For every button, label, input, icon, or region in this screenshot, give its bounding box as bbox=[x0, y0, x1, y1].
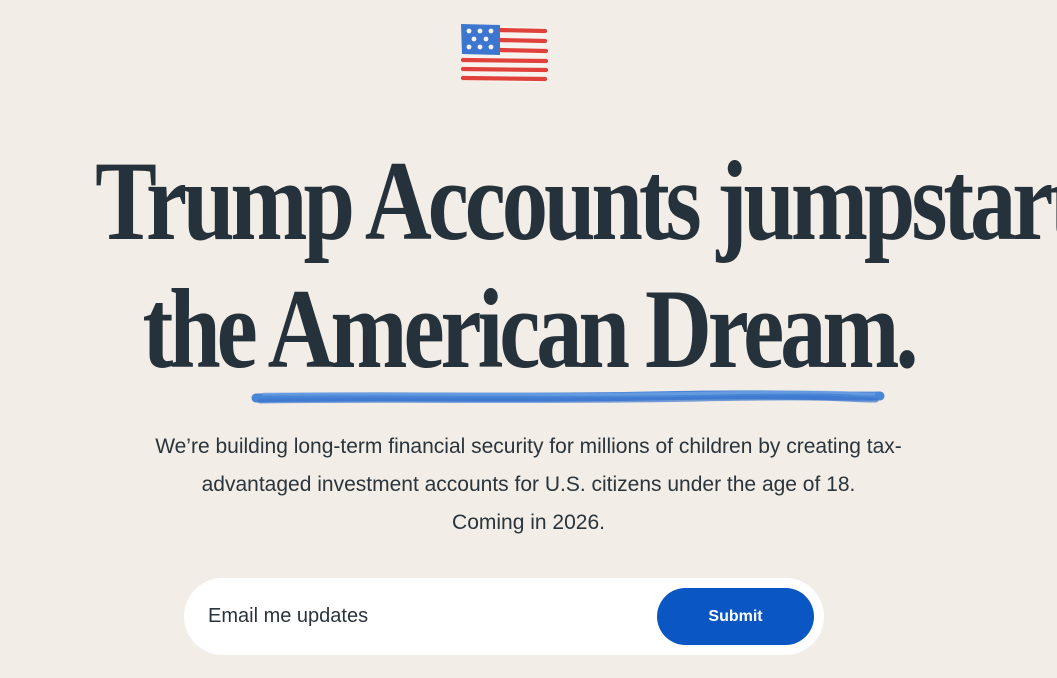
headline-line-1: Trump Accounts jumpstart bbox=[95, 139, 1057, 264]
email-signup-form: Submit bbox=[184, 578, 824, 655]
us-flag-icon bbox=[460, 24, 549, 83]
hero-description-line-2: advantaged investment accounts for U.S. … bbox=[201, 473, 856, 496]
email-input[interactable] bbox=[208, 596, 638, 636]
crayon-underline-decoration bbox=[251, 390, 885, 404]
hero-description: We’re building long-term financial secur… bbox=[40, 428, 1017, 542]
submit-button[interactable]: Submit bbox=[657, 588, 814, 645]
hero-description-line-1: We’re building long-term financial secur… bbox=[155, 435, 902, 458]
headline-line-2: the American Dream. bbox=[142, 267, 918, 392]
page-headline: Trump Accounts jumpstart the American Dr… bbox=[95, 138, 1057, 394]
coming-date-text: Coming in 2026. bbox=[452, 511, 605, 534]
